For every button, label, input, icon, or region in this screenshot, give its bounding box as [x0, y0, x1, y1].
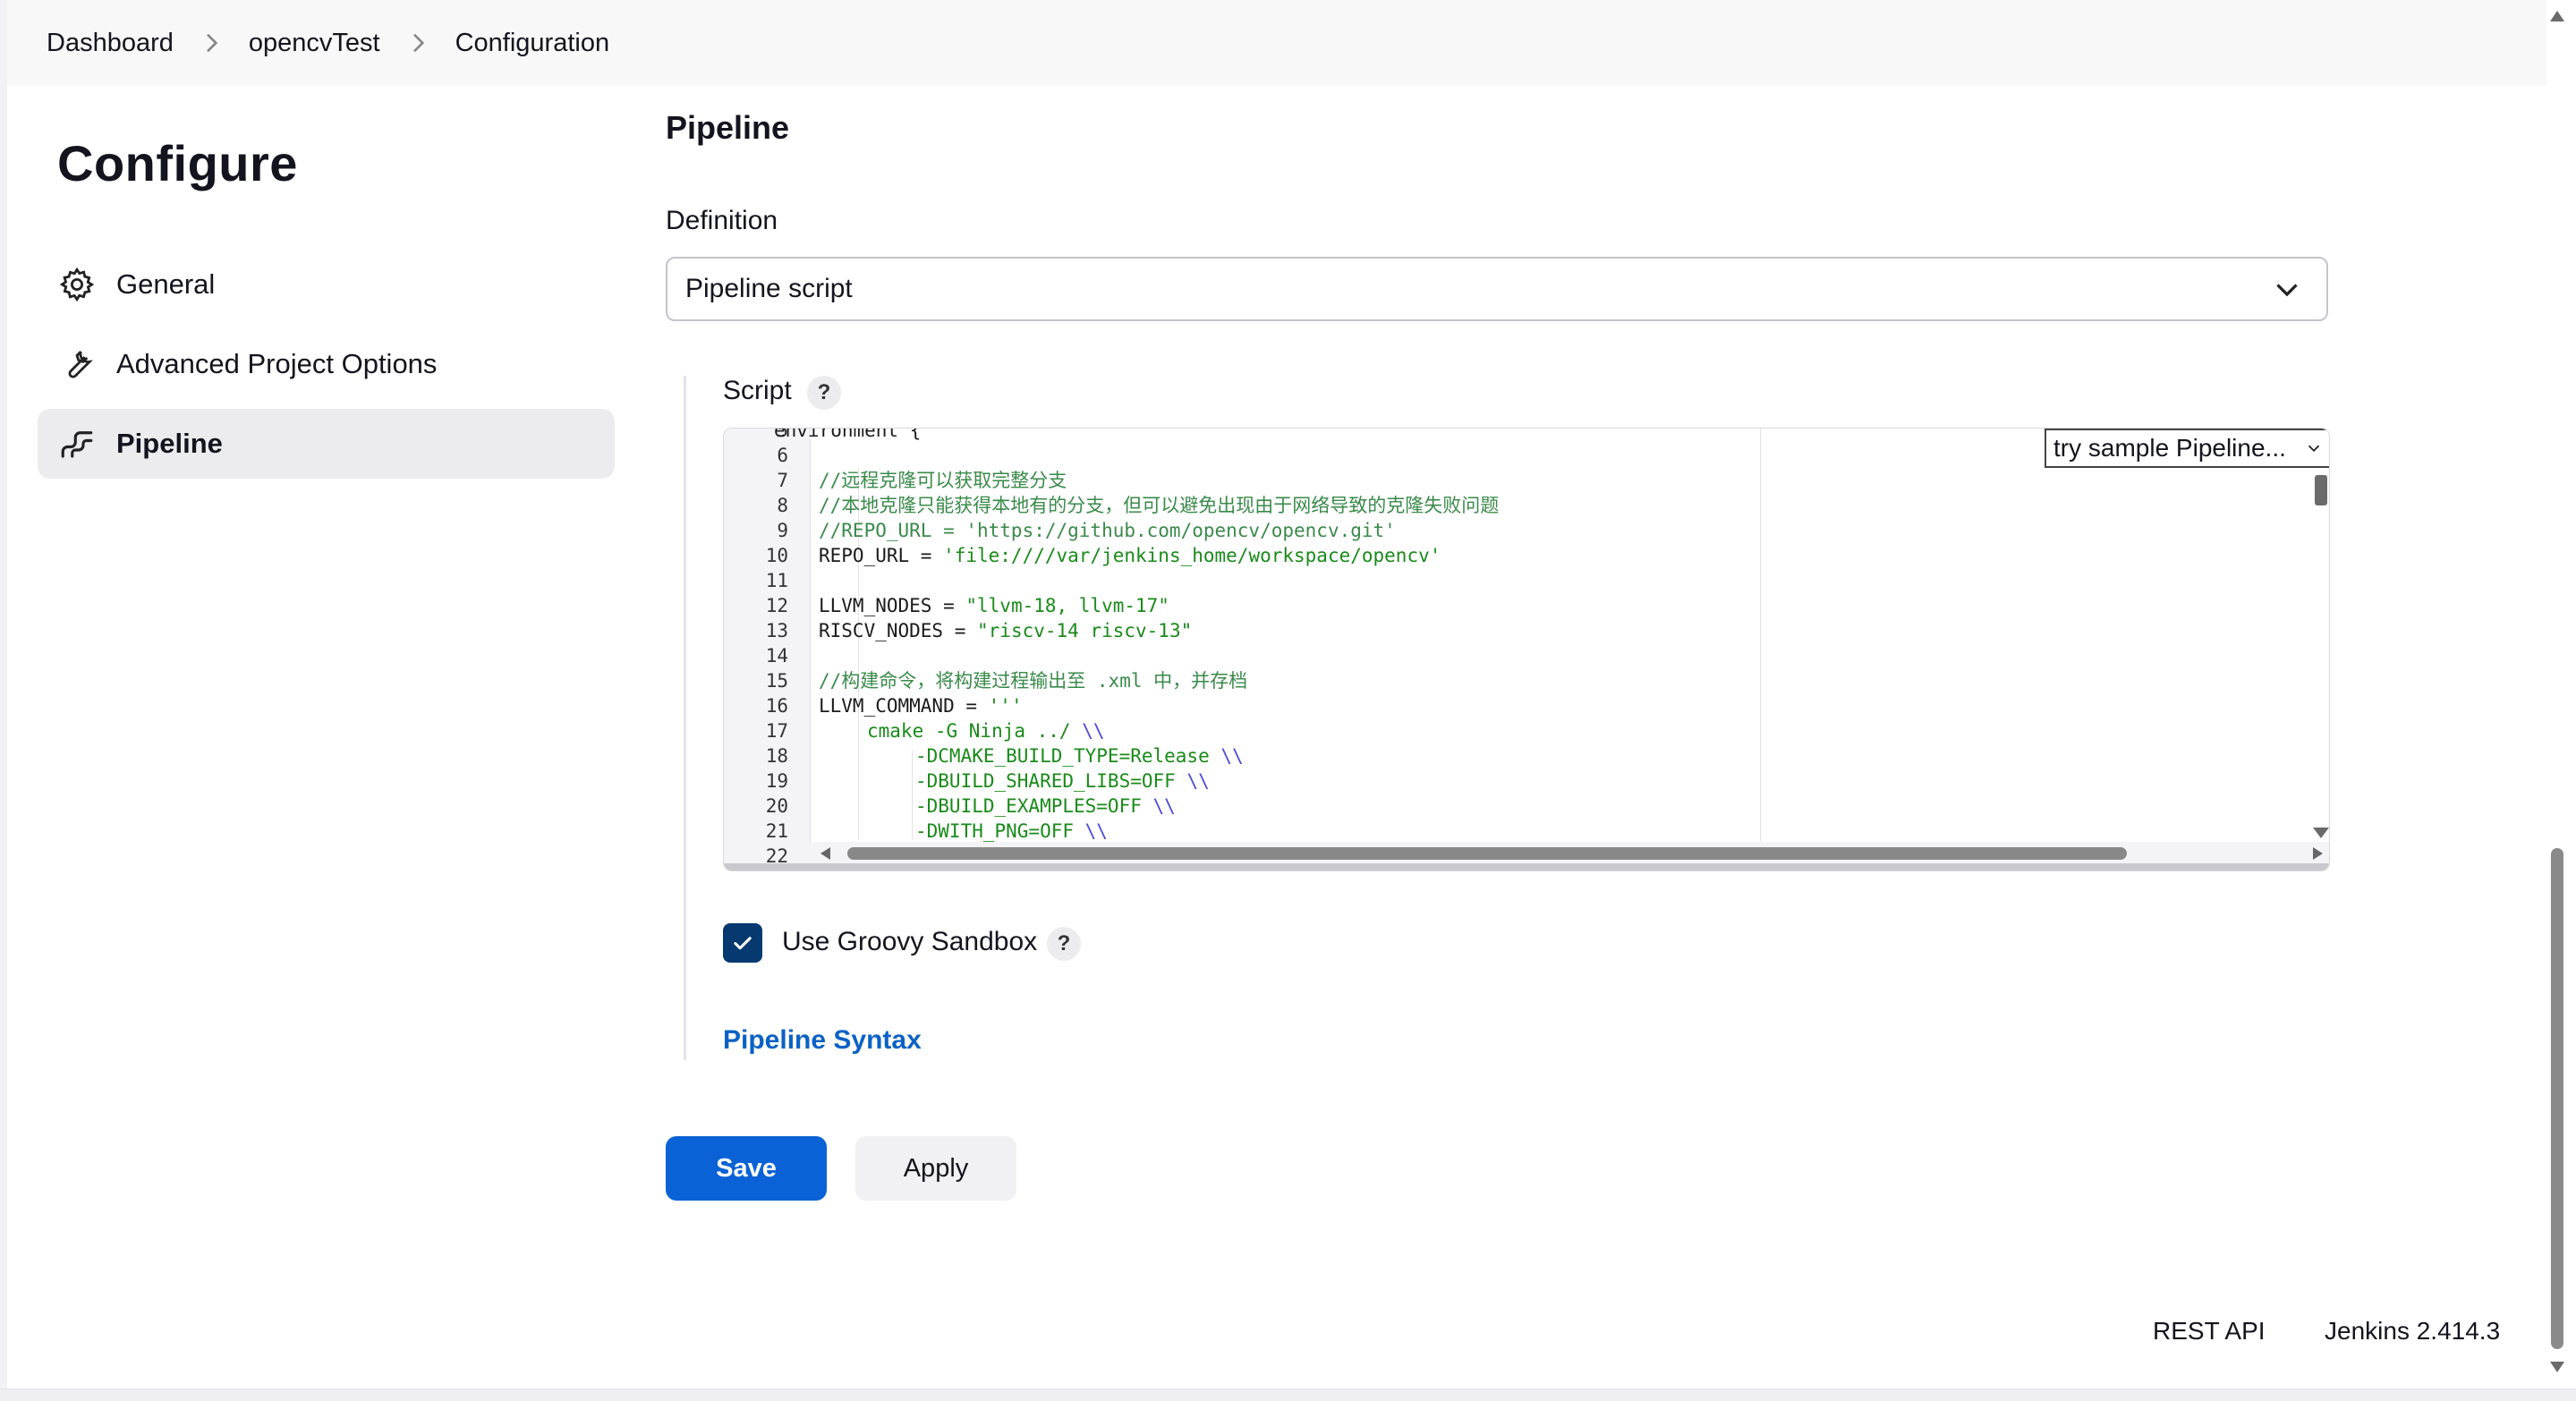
line-number: 20 — [765, 795, 788, 817]
code-line: 21 -DWITH_PNG=OFF \\ — [724, 819, 2329, 844]
pipeline-syntax-link[interactable]: Pipeline Syntax — [723, 1025, 922, 1056]
groovy-sandbox-checkbox[interactable] — [723, 923, 762, 963]
code-text: environment { — [774, 428, 922, 441]
code-line: 12 LLVM_NODES = "llvm-18, llvm-17" — [724, 593, 2329, 618]
code-text: //远程克隆可以获取完整分支 — [819, 470, 1067, 491]
breadcrumb-dashboard[interactable]: Dashboard — [39, 29, 181, 58]
nested-section-border — [684, 376, 686, 1060]
sidebar-item-label: Pipeline — [116, 428, 223, 459]
line-number: 6 — [777, 445, 788, 466]
code-text: //REPO_URL = 'https://github.com/opencv/… — [819, 520, 1396, 541]
jenkins-version-link[interactable]: Jenkins 2.414.3 — [2325, 1317, 2500, 1346]
sidebar-item-advanced[interactable]: Advanced Project Options — [38, 329, 615, 399]
code-text: //构建命令，将构建过程输出至 .xml 中，并存档 — [819, 670, 1248, 692]
line-number: 12 — [765, 595, 788, 616]
line-number: 9 — [777, 520, 788, 541]
breadcrumb-project[interactable]: opencvTest — [242, 29, 387, 58]
sidebar-item-pipeline[interactable]: Pipeline — [38, 409, 615, 479]
code-line: 8 //本地克隆只能获得本地有的分支，但可以避免出现由于网络导致的克隆失败问题 — [724, 493, 2329, 518]
chevron-right-icon — [197, 29, 225, 57]
code-line: 14 — [724, 643, 2329, 668]
code-text: LLVM_NODES = "llvm-18, llvm-17" — [819, 595, 1169, 616]
line-number: 21 — [765, 820, 788, 842]
chevron-down-icon — [2308, 445, 2320, 453]
script-label: Script — [723, 376, 792, 405]
line-number: 7 — [777, 470, 788, 491]
code-line: 10 REPO_URL = 'file:////var/jenkins_home/… — [724, 543, 2329, 568]
code-text: -DWITH_PNG=OFF \\ — [915, 820, 1108, 842]
code-line: 7 //远程克隆可以获取完整分支 — [724, 468, 2329, 493]
code-text: -DBUILD_SHARED_LIBS=OFF \\ — [915, 770, 1210, 792]
script-help-button[interactable]: ? — [807, 376, 841, 410]
editor-vertical-scrollbar[interactable] — [2313, 475, 2329, 838]
definition-label: Definition — [666, 206, 778, 235]
script-editor[interactable]: 5 environment {6 7//远程克隆可以获取完整分支 8//本地克隆只能获… — [723, 428, 2330, 871]
sidebar-item-general[interactable]: General — [38, 250, 615, 319]
code-line: 19 -DBUILD_SHARED_LIBS=OFF \\ — [724, 768, 2329, 794]
line-number: 15 — [765, 670, 788, 692]
code-line: 11 — [724, 568, 2329, 593]
code-line: 20 -DBUILD_EXAMPLES=OFF \\ — [724, 794, 2329, 819]
code-text: -DBUILD_EXAMPLES=OFF \\ — [915, 795, 1176, 817]
scroll-left-icon[interactable] — [820, 847, 830, 860]
editor-horizontal-thumb[interactable] — [847, 847, 2127, 860]
code-line: 17 cmake -G Ninja ../ \\ — [724, 718, 2329, 743]
chevron-down-icon — [2276, 284, 2298, 297]
breadcrumb: Dashboard opencvTest Configuration — [7, 0, 2546, 86]
line-number: 10 — [765, 545, 788, 566]
page-scroll-thumb[interactable] — [2551, 848, 2563, 1349]
save-button[interactable]: Save — [666, 1136, 827, 1201]
code-line: 16 LLVM_COMMAND = ''' — [724, 693, 2329, 718]
scroll-down-icon[interactable] — [2313, 828, 2329, 838]
window-bottom-edge — [0, 1388, 2576, 1401]
breadcrumb-configuration[interactable]: Configuration — [448, 29, 617, 58]
groovy-sandbox-label[interactable]: Use Groovy Sandbox — [782, 927, 1037, 957]
line-number: 14 — [765, 645, 788, 667]
editor-horizontal-scrollbar[interactable] — [810, 842, 2329, 863]
line-number: 16 — [765, 695, 788, 717]
definition-select[interactable]: Pipeline script — [666, 257, 2328, 321]
section-title: Pipeline — [666, 109, 790, 146]
code-text: REPO_URL = 'file:////var/jenkins_home/wo… — [819, 545, 1441, 566]
code-text: LLVM_COMMAND = ''' — [819, 695, 1023, 717]
window-left-edge — [0, 0, 7, 1400]
line-number: 19 — [765, 770, 788, 792]
editor-vertical-thumb[interactable] — [2315, 475, 2327, 505]
line-number: 18 — [765, 745, 788, 767]
code-text: cmake -G Ninja ../ \\ — [867, 720, 1105, 742]
line-number: 11 — [765, 570, 788, 591]
scroll-right-icon[interactable] — [2313, 847, 2323, 860]
page-scrollbar[interactable] — [2546, 0, 2568, 1388]
scroll-up-icon[interactable] — [2550, 11, 2564, 21]
chevron-right-icon — [404, 29, 432, 57]
line-number: 13 — [765, 620, 788, 641]
editor-resize-bar[interactable] — [724, 863, 2329, 870]
code-line: 15 //构建命令，将构建过程输出至 .xml 中，并存档 — [724, 668, 2329, 693]
scroll-down-icon[interactable] — [2550, 1362, 2564, 1372]
code-text: -DCMAKE_BUILD_TYPE=Release \\ — [915, 745, 1244, 767]
definition-value: Pipeline script — [685, 274, 853, 303]
wrench-icon — [57, 344, 97, 384]
sample-pipeline-select[interactable]: try sample Pipeline... — [2045, 429, 2329, 468]
sidebar-item-label: General — [116, 268, 216, 300]
code-line: 9 //REPO_URL = 'https://github.com/opencv… — [724, 518, 2329, 543]
code-text: RISCV_NODES = "riscv-14 riscv-13" — [819, 620, 1193, 641]
code-lines: 5 environment {6 7//远程克隆可以获取完整分支 8//本地克隆只能获… — [724, 428, 2329, 869]
sample-pipeline-value: try sample Pipeline... — [2053, 434, 2286, 462]
code-text: //本地克隆只能获得本地有的分支，但可以避免出现由于网络导致的克隆失败问题 — [819, 495, 1500, 516]
gear-icon — [57, 265, 97, 304]
apply-button[interactable]: Apply — [855, 1136, 1016, 1201]
pipeline-icon — [57, 424, 97, 463]
page-title: Configure — [57, 135, 298, 191]
line-number: 17 — [765, 720, 788, 742]
code-line: 13 RISCV_NODES = "riscv-14 riscv-13" — [724, 618, 2329, 643]
line-number: 8 — [777, 495, 788, 516]
code-line: 18 -DCMAKE_BUILD_TYPE=Release \\ — [724, 743, 2329, 768]
rest-api-link[interactable]: REST API — [2153, 1317, 2266, 1346]
sandbox-help-button[interactable]: ? — [1047, 927, 1081, 961]
checkmark-icon — [734, 937, 752, 950]
sidebar-item-label: Advanced Project Options — [116, 348, 438, 379]
